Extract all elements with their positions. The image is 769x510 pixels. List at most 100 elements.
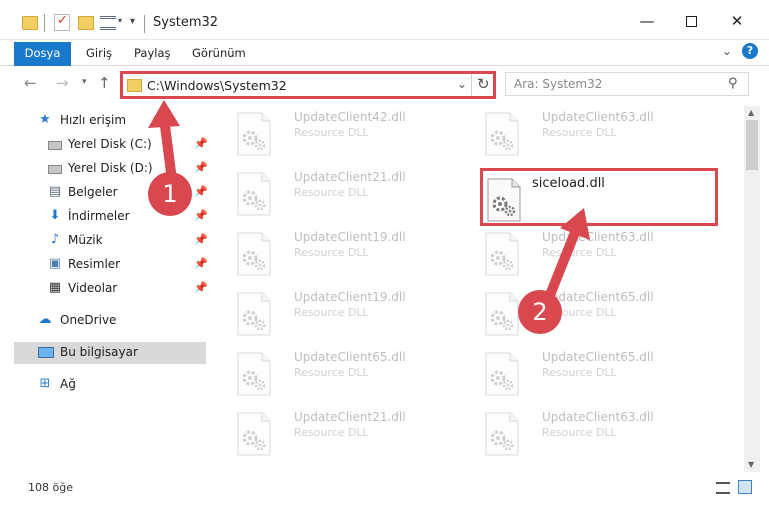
close-button[interactable]: ✕ [714, 10, 760, 34]
file-item-highlighted[interactable]: siceload.dll [486, 174, 726, 234]
file-type: Resource DLL [542, 426, 617, 439]
scroll-up-icon[interactable]: ▲ [748, 108, 754, 117]
dll-file-icon [485, 292, 519, 336]
customize-toolbar-icon[interactable]: ▾ [130, 16, 135, 36]
scroll-down-icon[interactable]: ▼ [748, 460, 754, 469]
network-icon: ⊞ [39, 376, 51, 391]
dll-file-icon [237, 112, 271, 156]
file-name: UpdateClient65.dll [294, 350, 406, 364]
sidebar-item-local-disk-c[interactable]: Yerel Disk (C:) 📌 [14, 134, 208, 156]
folder-icon[interactable] [22, 16, 38, 30]
address-path[interactable]: C:\Windows\System32 [147, 78, 287, 93]
cloud-icon: ☁ [38, 312, 52, 327]
maximize-icon [685, 16, 697, 27]
sidebar-item-this-pc[interactable]: Bu bilgisayar [14, 342, 206, 364]
search-input[interactable]: Ara: System32 ⚲ [505, 72, 749, 96]
search-placeholder: Ara: System32 [514, 77, 603, 91]
pin-icon[interactable]: 📌 [194, 233, 208, 246]
sidebar-item-label: Yerel Disk (D:) [68, 161, 153, 175]
file-type: Resource DLL [542, 246, 617, 259]
file-name: UpdateClient21.dll [294, 410, 406, 424]
sidebar-item-label: Ağ [60, 377, 76, 391]
file-type: Resource DLL [294, 426, 369, 439]
file-item[interactable]: UpdateClient21.dll Resource DLL [236, 408, 476, 468]
annotation-step-2: 2 [518, 290, 562, 334]
file-item[interactable]: UpdateClient19.dll Resource DLL [236, 228, 476, 288]
sidebar-item-label: Yerel Disk (C:) [68, 137, 152, 151]
back-arrow-icon[interactable]: ← [24, 74, 37, 92]
dll-file-icon [485, 352, 519, 396]
help-icon[interactable]: ? [742, 43, 758, 59]
tiles-view-icon[interactable] [738, 480, 752, 494]
file-name: UpdateClient63.dll [542, 230, 654, 244]
dll-file-icon [237, 172, 271, 216]
sidebar-item-network[interactable]: ⊞ Ağ [14, 374, 206, 396]
pin-icon[interactable]: 📌 [194, 281, 208, 294]
tab-home[interactable]: Giriş [86, 46, 112, 60]
minimize-button[interactable]: — [624, 10, 670, 34]
file-type: Resource DLL [294, 246, 369, 259]
search-icon[interactable]: ⚲ [728, 76, 738, 91]
file-item[interactable]: UpdateClient65.dll Resource DLL [484, 348, 724, 408]
file-name: UpdateClient63.dll [542, 110, 654, 124]
recent-locations-icon[interactable]: ▾ [82, 77, 87, 87]
vertical-scrollbar[interactable]: ▲ ▼ [744, 106, 760, 472]
refresh-icon[interactable]: ↻ [477, 75, 490, 93]
address-divider [471, 74, 472, 96]
sidebar-item-label: İndirmeler [68, 209, 130, 223]
maximize-button[interactable] [668, 10, 714, 34]
dll-file-icon [237, 412, 271, 456]
status-bar: 108 öğe [0, 472, 769, 500]
new-folder-icon[interactable] [78, 16, 94, 30]
file-name: UpdateClient19.dll [294, 290, 406, 304]
up-arrow-icon[interactable]: ↑ [98, 74, 111, 92]
pin-icon[interactable]: 📌 [194, 161, 208, 174]
item-count: 108 öğe [28, 481, 73, 494]
file-item[interactable]: UpdateClient63.dll Resource DLL [484, 228, 724, 288]
sidebar-item-label: Müzik [68, 233, 103, 247]
chevron-down-icon[interactable]: ⌄ [457, 77, 467, 91]
sidebar-item-music[interactable]: ♪ Müzik 📌 [14, 230, 208, 252]
file-item[interactable]: UpdateClient63.dll Resource DLL [484, 108, 724, 168]
file-name: UpdateClient63.dll [542, 410, 654, 424]
sidebar-item-pictures[interactable]: ▣ Resimler 📌 [14, 254, 208, 276]
file-item[interactable]: UpdateClient63.dll Resource DLL [484, 408, 724, 468]
dll-file-icon [485, 412, 519, 456]
file-item[interactable]: UpdateClient21.dll Resource DLL [236, 168, 476, 228]
sidebar-item-onedrive[interactable]: ☁ OneDrive [14, 310, 206, 332]
expand-ribbon-icon[interactable]: ⌄ [722, 44, 732, 58]
pin-icon[interactable]: 📌 [194, 185, 208, 198]
ribbon-tabs: Dosya Giriş Paylaş Görünüm ⌄ ? [0, 40, 769, 66]
rename-icon[interactable] [100, 16, 116, 30]
tab-file[interactable]: Dosya [14, 42, 71, 66]
properties-check-icon[interactable] [54, 13, 70, 31]
title-bar: ▾ ▾ System32 — ✕ [0, 0, 769, 40]
pin-icon[interactable]: 📌 [194, 137, 208, 150]
tab-view[interactable]: Görünüm [192, 46, 246, 60]
dll-file-icon [485, 232, 519, 276]
title-separator [144, 15, 145, 33]
dll-file-icon [485, 112, 519, 156]
sidebar-item-quick-access[interactable]: ★ Hızlı erişim [14, 110, 206, 132]
dll-file-icon [237, 352, 271, 396]
pin-icon[interactable]: 📌 [194, 257, 208, 270]
scrollbar-thumb[interactable] [746, 120, 758, 170]
forward-arrow-icon[interactable]: → [56, 74, 69, 92]
pin-icon[interactable]: 📌 [194, 209, 208, 222]
tab-share[interactable]: Paylaş [134, 46, 171, 60]
quick-access-dropdown-icon[interactable]: ▾ [118, 16, 122, 36]
drive-icon [48, 141, 62, 150]
file-item[interactable]: UpdateClient65.dll Resource DLL [236, 348, 476, 408]
address-bar[interactable]: C:\Windows\System32 ⌄ ↻ [120, 71, 496, 99]
music-icon: ♪ [50, 232, 60, 247]
details-view-icon[interactable] [716, 482, 730, 494]
file-name: UpdateClient21.dll [294, 170, 406, 184]
sidebar-item-label: Belgeler [68, 185, 118, 199]
sidebar-item-label: Hızlı erişim [60, 113, 127, 127]
file-item[interactable]: UpdateClient42.dll Resource DLL [236, 108, 476, 168]
dll-file-icon [237, 232, 271, 276]
file-type: Resource DLL [294, 186, 369, 199]
star-icon: ★ [39, 112, 51, 127]
sidebar-item-videos[interactable]: ▦ Videolar 📌 [14, 278, 208, 300]
file-item[interactable]: UpdateClient19.dll Resource DLL [236, 288, 476, 348]
